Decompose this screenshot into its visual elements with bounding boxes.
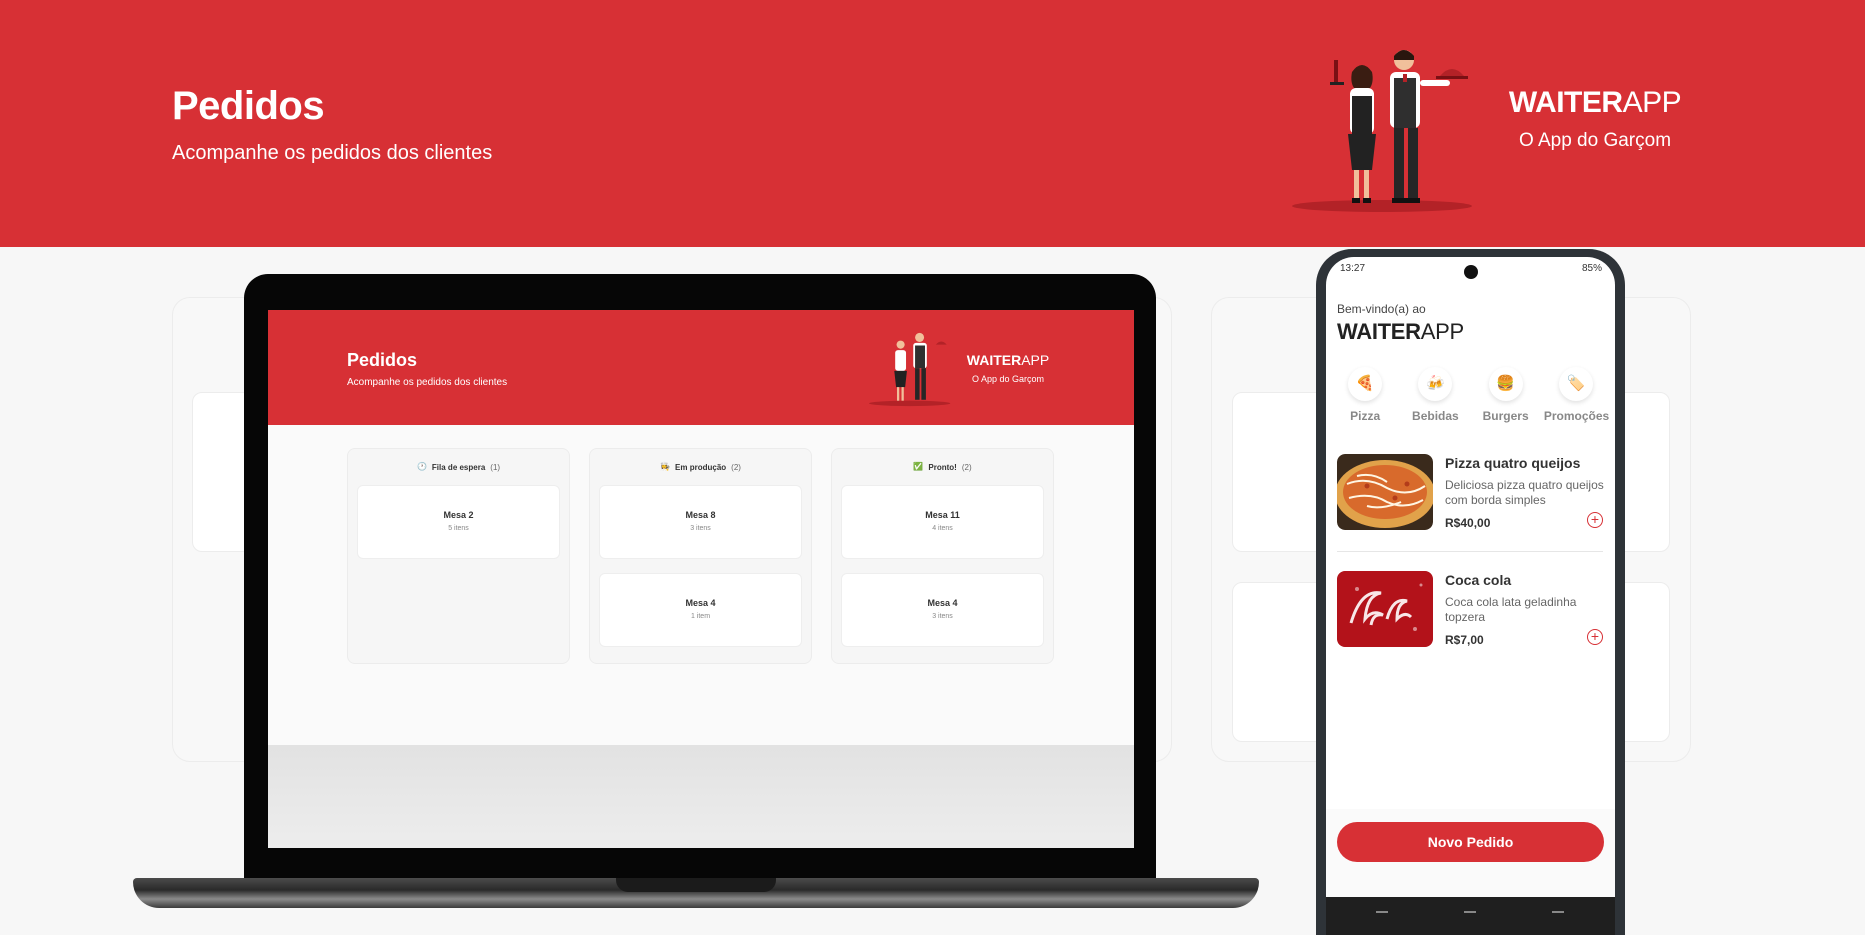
product-item[interactable]: Coca cola Coca cola lata geladinha topze…	[1337, 571, 1603, 651]
order-table: Mesa 4	[685, 598, 716, 608]
category-pizza[interactable]: 🍕 Pizza	[1333, 367, 1397, 423]
page-subtitle: Acompanhe os pedidos dos clientes	[172, 142, 493, 164]
status-time: 13:27	[1340, 263, 1366, 274]
laptop-waiters-illustration	[868, 332, 951, 407]
product-price: R$40,00	[1445, 516, 1491, 530]
board-count: (1)	[490, 462, 501, 472]
phone-screen: 13:27 85% Bem-vindo(a) ao WAITERAPP 🍕 Pi…	[1326, 257, 1615, 935]
order-card[interactable]: Mesa 4 1 item	[599, 573, 802, 647]
page-title: Pedidos	[172, 84, 325, 128]
category-list: 🍕 Pizza 🍻 Bebidas 🍔 Burgers 🏷️ Promoções	[1326, 367, 1615, 423]
add-to-cart-icon[interactable]: +	[1587, 512, 1603, 528]
board-header: 👩‍🍳 Em produção (2)	[590, 462, 811, 472]
order-table: Mesa 4	[927, 598, 958, 608]
waiters-illustration	[1292, 50, 1472, 212]
category-drinks[interactable]: 🍻 Bebidas	[1403, 367, 1467, 423]
laptop-screen: Pedidos Acompanhe os pedidos dos cliente…	[268, 310, 1134, 848]
order-table: Mesa 11	[925, 510, 960, 520]
category-label: Bebidas	[1412, 409, 1459, 423]
laptop-page-subtitle: Acompanhe os pedidos dos clientes	[347, 377, 508, 388]
category-label: Promoções	[1543, 409, 1610, 423]
category-burgers[interactable]: 🍔 Burgers	[1474, 367, 1538, 423]
order-items: 3 itens	[690, 525, 711, 532]
brand-tagline: O App do Garçom	[1518, 130, 1672, 151]
board-label: Em produção	[675, 462, 727, 472]
board-header: ✅ Pronto! (2)	[832, 462, 1053, 472]
brand-logo: WAITERAPP	[1508, 86, 1682, 119]
order-items: 1 item	[690, 613, 711, 620]
category-label: Pizza	[1350, 409, 1381, 423]
drink-icon: 🍻	[1418, 367, 1453, 401]
product-name: Coca cola	[1445, 572, 1512, 588]
product-item[interactable]: Pizza quatro queijos Deliciosa pizza qua…	[1337, 454, 1604, 534]
brand-block: WAITERAPP O App do Garçom	[1500, 86, 1690, 152]
board-waiting: 🕐 Fila de espera (1) Mesa 2 5 itens	[347, 448, 570, 664]
product-description: Deliciosa pizza quatro queijos com borda…	[1445, 478, 1604, 507]
laptop-header: Pedidos Acompanhe os pedidos dos cliente…	[268, 310, 1134, 425]
check-icon: ✅	[913, 462, 924, 471]
board-label: Fila de espera	[431, 462, 486, 472]
board-ready: ✅ Pronto! (2) Mesa 11 4 itens Mesa 4 3 i…	[831, 448, 1054, 664]
product-divider	[1337, 551, 1603, 552]
pizza-icon: 🍕	[1348, 367, 1383, 401]
background-card-left-inner	[192, 392, 252, 552]
home-icon[interactable]	[1464, 911, 1476, 915]
board-count: (2)	[961, 462, 972, 472]
pizza-photo	[1337, 454, 1433, 530]
order-items: 3 itens	[932, 613, 953, 620]
board-in-production: 👩‍🍳 Em produção (2) Mesa 8 3 itens Mesa …	[589, 448, 812, 664]
product-name: Pizza quatro queijos	[1445, 455, 1581, 471]
laptop-brand-logo: WAITERAPP	[966, 352, 1050, 368]
laptop-screen-reflection	[268, 745, 1134, 848]
category-label: Burgers	[1482, 409, 1529, 423]
board-header: 🕐 Fila de espera (1)	[348, 462, 569, 472]
order-card[interactable]: Mesa 11 4 itens	[841, 485, 1044, 559]
order-table: Mesa 8	[685, 510, 716, 520]
coca-cola-photo	[1337, 571, 1433, 647]
back-icon[interactable]	[1552, 911, 1564, 915]
laptop-brand-tagline: O App do Garçom	[971, 374, 1045, 384]
camera-cutout	[1464, 265, 1478, 279]
order-items: 4 itens	[932, 525, 953, 532]
add-to-cart-icon[interactable]: +	[1587, 629, 1603, 645]
tag-icon: 🏷️	[1558, 367, 1593, 401]
showcase-page: Pedidos Acompanhe os pedidos dos cliente…	[0, 0, 1865, 935]
clock-icon: 🕐	[416, 462, 427, 471]
category-promotions[interactable]: 🏷️ Promoções	[1543, 367, 1610, 423]
chef-icon: 👩‍🍳	[660, 462, 671, 471]
order-card[interactable]: Mesa 4 3 itens	[841, 573, 1044, 647]
product-description: Coca cola lata geladinha topzera	[1445, 595, 1577, 624]
order-table: Mesa 2	[443, 510, 474, 520]
laptop-page-title: Pedidos	[347, 350, 418, 370]
phone-brand-logo: WAITERAPP	[1337, 319, 1464, 344]
android-nav-bar	[1326, 897, 1615, 935]
welcome-text: Bem-vindo(a) ao	[1337, 302, 1426, 316]
product-price: R$7,00	[1445, 633, 1484, 647]
board-count: (2)	[731, 462, 741, 472]
board-label: Pronto!	[928, 462, 957, 472]
laptop-brand: WAITERAPP O App do Garçom	[958, 352, 1058, 384]
burger-icon: 🍔	[1488, 367, 1523, 401]
recent-apps-icon[interactable]	[1376, 911, 1388, 915]
order-items: 5 itens	[448, 525, 469, 532]
new-order-button[interactable]: Novo Pedido	[1337, 822, 1604, 862]
top-banner: Pedidos Acompanhe os pedidos dos cliente…	[0, 0, 1865, 247]
laptop-notch	[616, 878, 776, 892]
status-battery: 85%	[1581, 263, 1602, 274]
order-card[interactable]: Mesa 8 3 itens	[599, 485, 802, 559]
order-card[interactable]: Mesa 2 5 itens	[357, 485, 560, 559]
